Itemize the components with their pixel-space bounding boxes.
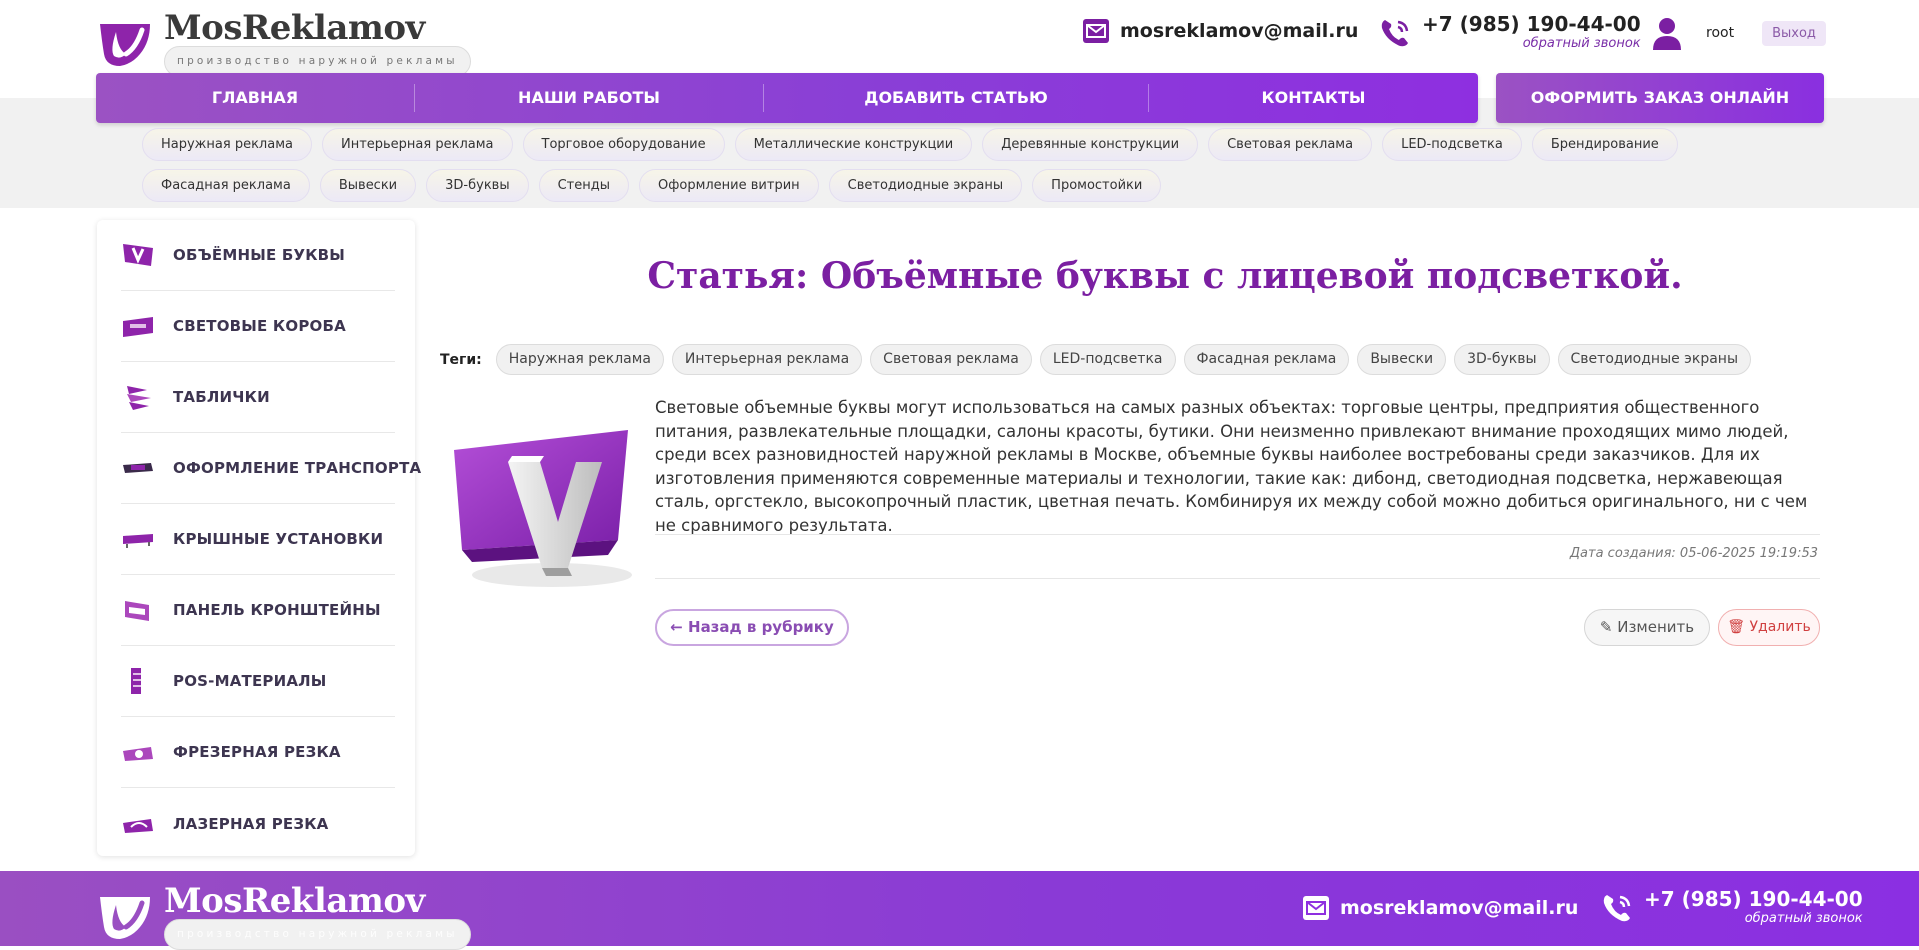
bracket-panel-icon <box>125 601 149 621</box>
sidebar: ОБЪЁМНЫЕ БУКВЫ СВЕТОВЫЕ КОРОБА ТАБЛИЧКИ … <box>97 220 421 859</box>
sidebar-item-label: СВЕТОВЫЕ КОРОБА <box>173 317 346 335</box>
delete-button[interactable]: 🗑 Удалить <box>1718 609 1820 646</box>
creation-date: Дата создания: 05-06-2025 19:19:53 <box>1569 546 1818 561</box>
article-tag[interactable]: LED-подсветка <box>1039 344 1176 375</box>
volume-letters-icon <box>123 244 153 266</box>
category-pill[interactable]: LED-подсветка <box>1382 128 1522 161</box>
nav-add-article[interactable]: ДОБАВИТЬ СТАТЬЮ <box>764 73 1148 123</box>
site-header: MosReklamov производство наружной реклам… <box>0 0 1919 77</box>
milling-cut-icon <box>123 747 153 761</box>
article-tag[interactable]: Фасадная реклама <box>1183 344 1350 375</box>
edit-button[interactable]: ✎ Изменить <box>1584 609 1710 646</box>
footer-logo[interactable]: MosReklamov производство наружной реклам… <box>96 883 471 950</box>
envelope-icon <box>1303 896 1329 920</box>
footer-phone[interactable]: +7 (985) 190-44-00 обратный звонок <box>1600 887 1863 927</box>
article-tag[interactable]: Световая реклама <box>870 344 1032 375</box>
order-online-button[interactable]: ОФОРМИТЬ ЗАКАЗ ОНЛАЙН <box>1496 73 1824 123</box>
sidebar-item-label: ОФОРМЛЕНИЕ ТРАНСПОРТА <box>173 459 422 477</box>
category-pill[interactable]: Стенды <box>538 169 630 202</box>
main-nav: ГЛАВНАЯ НАШИ РАБОТЫ ДОБАВИТЬ СТАТЬЮ КОНТ… <box>96 73 1478 123</box>
laser-cut-icon <box>123 818 153 833</box>
article-body: Световые объемные буквы могут использова… <box>655 398 1808 535</box>
signs-icon <box>127 386 151 410</box>
article-tag[interactable]: Светодиодные экраны <box>1557 344 1751 375</box>
category-pill[interactable]: Промостойки <box>1032 169 1162 202</box>
category-pill[interactable]: Деревянные конструкции <box>982 128 1199 161</box>
footer-callback-link[interactable]: обратный звонок <box>1745 911 1863 927</box>
header-phone[interactable]: +7 (985) 190-44-00 обратный звонок <box>1378 12 1641 52</box>
sidebar-item-label: ЛАЗЕРНАЯ РЕЗКА <box>173 814 329 833</box>
roof-install-icon <box>123 534 153 548</box>
article-tag[interactable]: Вывески <box>1357 344 1447 375</box>
footer-email[interactable]: mosreklamov@mail.ru <box>1302 895 1578 921</box>
nav-home[interactable]: ГЛАВНАЯ <box>96 73 414 123</box>
category-pill[interactable]: Торговое оборудование <box>522 128 725 161</box>
category-pill[interactable]: Вывески <box>319 169 417 202</box>
header-email-text: mosreklamov@mail.ru <box>1120 20 1359 42</box>
sidebar-item-light-boxes[interactable]: СВЕТОВЫЕ КОРОБА <box>121 291 395 362</box>
article-tags: Теги: Наружная реклама Интерьерная рекла… <box>440 344 1751 375</box>
brand-name: MosReklamov <box>164 881 425 921</box>
category-pill[interactable]: Наружная реклама <box>142 128 312 161</box>
sidebar-item-label: POS-МАТЕРИАЛЫ <box>173 672 327 690</box>
header-logo[interactable]: MosReklamov производство наружной реклам… <box>96 10 471 77</box>
header-phone-number: +7 (985) 190-44-00 <box>1422 12 1641 36</box>
user-icon <box>1653 18 1681 50</box>
sidebar-item-bracket-panel[interactable]: ПАНЕЛЬ КРОНШТЕЙНЫ <box>121 575 395 646</box>
article-tag[interactable]: Интерьерная реклама <box>671 344 863 375</box>
sidebar-item-roof-install[interactable]: КРЫШНЫЕ УСТАНОВКИ <box>121 504 395 575</box>
nav-contacts[interactable]: КОНТАКТЫ <box>1149 73 1478 123</box>
vehicle-wrap-icon <box>123 463 153 473</box>
article-title: Статья: Объёмные буквы с лицевой подсвет… <box>647 255 1683 297</box>
divider <box>655 578 1820 579</box>
brand-logo-icon <box>100 896 150 939</box>
category-pill[interactable]: 3D-буквы <box>426 169 529 202</box>
sidebar-item-label: ОБЪЁМНЫЕ БУКВЫ <box>173 246 346 264</box>
phone-icon <box>1381 20 1409 47</box>
brand-name: MosReklamov <box>164 8 425 48</box>
username: root <box>1706 25 1735 41</box>
sidebar-item-volume-letters[interactable]: ОБЪЁМНЫЕ БУКВЫ <box>121 220 395 291</box>
footer-email-text: mosreklamov@mail.ru <box>1340 897 1579 919</box>
header-email[interactable]: mosreklamov@mail.ru <box>1082 18 1358 44</box>
sidebar-item-label: ПАНЕЛЬ КРОНШТЕЙНЫ <box>173 601 381 619</box>
sidebar-item-laser-cut[interactable]: ЛАЗЕРНАЯ РЕЗКА <box>121 788 395 859</box>
category-pill[interactable]: Световая реклама <box>1208 128 1373 161</box>
brand-tagline: производство наружной рекламы <box>164 919 471 950</box>
sidebar-item-vehicle-wrap[interactable]: ОФОРМЛЕНИЕ ТРАНСПОРТА <box>121 433 421 504</box>
category-pill[interactable]: Интерьерная реклама <box>321 128 513 161</box>
logout-button[interactable]: Выход <box>1762 20 1826 46</box>
pos-materials-icon <box>131 668 141 694</box>
category-pill[interactable]: Фасадная реклама <box>142 169 310 202</box>
sidebar-item-signs[interactable]: ТАБЛИЧКИ <box>121 362 395 433</box>
footer-phone-number: +7 (985) 190-44-00 <box>1644 887 1863 911</box>
article-tag[interactable]: Наружная реклама <box>495 344 664 375</box>
nav-works[interactable]: НАШИ РАБОТЫ <box>415 73 763 123</box>
sidebar-item-pos-materials[interactable]: POS-МАТЕРИАЛЫ <box>121 646 395 717</box>
category-list: Наружная реклама Интерьерная реклама Тор… <box>142 128 1782 202</box>
light-box-icon <box>123 317 153 337</box>
category-pill[interactable]: Светодиодные экраны <box>828 169 1023 202</box>
callback-link[interactable]: обратный звонок <box>1523 36 1641 52</box>
sidebar-item-label: ТАБЛИЧКИ <box>173 388 270 406</box>
category-pill[interactable]: Брендирование <box>1531 128 1678 161</box>
sidebar-item-label: ФРЕЗЕРНАЯ РЕЗКА <box>173 743 341 761</box>
article-image <box>454 430 632 587</box>
category-pill[interactable]: Оформление витрин <box>639 169 819 202</box>
article-tag[interactable]: 3D-буквы <box>1454 344 1550 375</box>
divider <box>655 534 1820 535</box>
user-block: root Выход <box>1652 16 1826 50</box>
sidebar-item-milling-cut[interactable]: ФРЕЗЕРНАЯ РЕЗКА <box>121 717 395 788</box>
envelope-icon <box>1083 19 1109 43</box>
sidebar-item-label: КРЫШНЫЕ УСТАНОВКИ <box>173 530 384 548</box>
phone-icon <box>1603 895 1631 922</box>
back-to-category-button[interactable]: ← Назад в рубрику <box>655 609 849 646</box>
category-pill[interactable]: Металлические конструкции <box>734 128 973 161</box>
brand-logo-icon <box>100 23 150 66</box>
tags-label: Теги: <box>440 351 482 368</box>
site-footer: MosReklamov производство наружной реклам… <box>0 871 1919 950</box>
